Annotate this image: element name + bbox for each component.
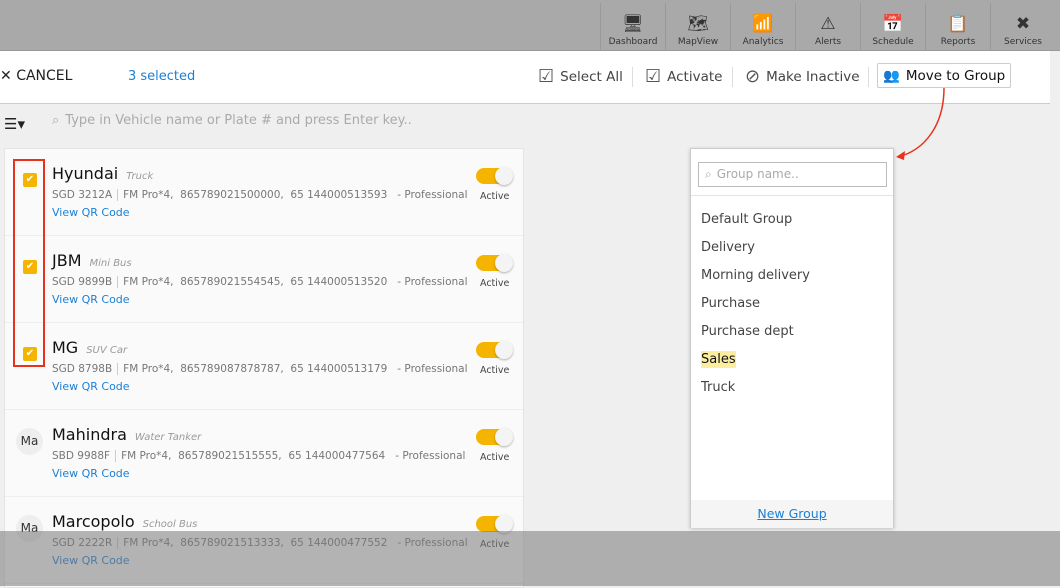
modal-overlay [0, 531, 1060, 586]
annotation-arrow [896, 87, 945, 160]
